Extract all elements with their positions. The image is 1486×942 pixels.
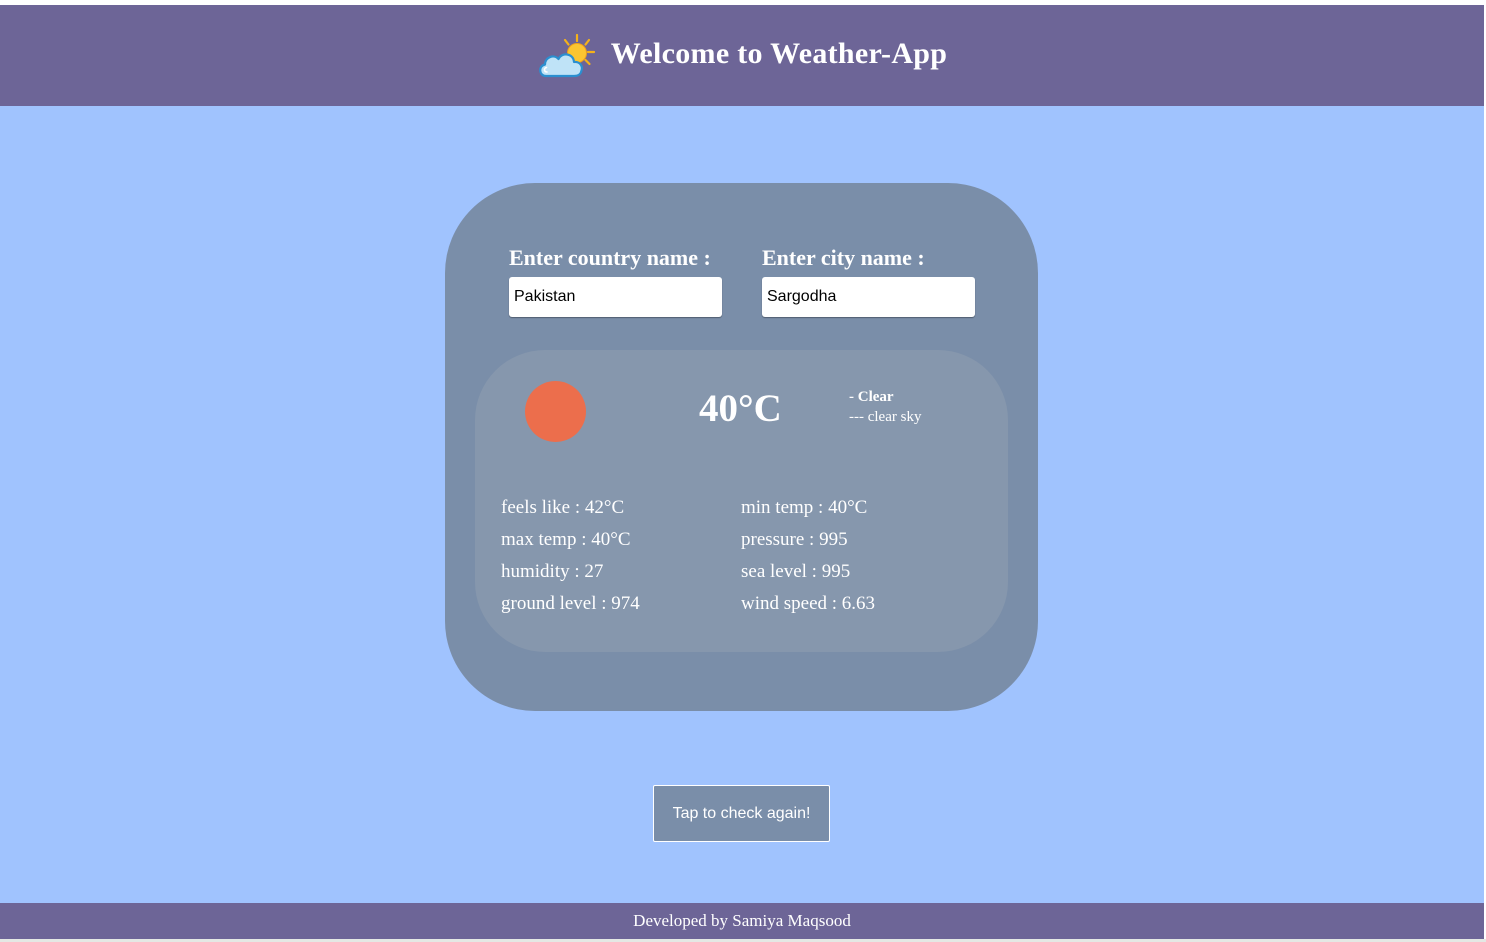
app-footer: Developed by Samiya Maqsood (0, 903, 1484, 939)
app-page: Welcome to Weather-App Enter country nam… (0, 0, 1486, 942)
header-content: Welcome to Weather-App (537, 32, 948, 80)
country-label: Enter country name : (509, 245, 711, 270)
weather-card: Enter country name : Enter city name : 4… (445, 183, 1038, 711)
weather-result-panel: 40°C - Clear --- clear sky feels like : … (475, 350, 1008, 652)
city-field-group: Enter city name : (762, 243, 975, 317)
sun-behind-cloud-icon (538, 33, 595, 77)
weather-status-circle-icon (525, 381, 586, 442)
condition-description: --- clear sky (849, 409, 922, 425)
country-input[interactable] (509, 277, 722, 317)
pressure-stat: pressure : 995 (741, 529, 848, 550)
weather-condition: - Clear --- clear sky (849, 387, 921, 427)
app-header: Welcome to Weather-App (0, 5, 1484, 106)
check-again-button[interactable]: Tap to check again! (653, 785, 830, 842)
wind-speed-stat: wind speed : 6.63 (741, 593, 876, 614)
feels-like-stat: feels like : 42°C (501, 497, 625, 518)
ground-level-stat: ground level : 974 (501, 593, 640, 614)
min-temp-stat: min temp : 40°C (741, 497, 868, 518)
page-title: Welcome to Weather-App (610, 37, 948, 70)
humidity-stat: humidity : 27 (501, 561, 604, 582)
condition-main: - Clear (849, 389, 894, 405)
country-field-group: Enter country name : (509, 243, 722, 317)
city-input[interactable] (762, 277, 975, 317)
max-temp-stat: max temp : 40°C (501, 529, 631, 550)
temperature-value: 40°C (699, 387, 782, 430)
footer-credit: Developed by Samiya Maqsood (633, 911, 851, 930)
city-label: Enter city name : (762, 245, 925, 270)
sea-level-stat: sea level : 995 (741, 561, 851, 582)
